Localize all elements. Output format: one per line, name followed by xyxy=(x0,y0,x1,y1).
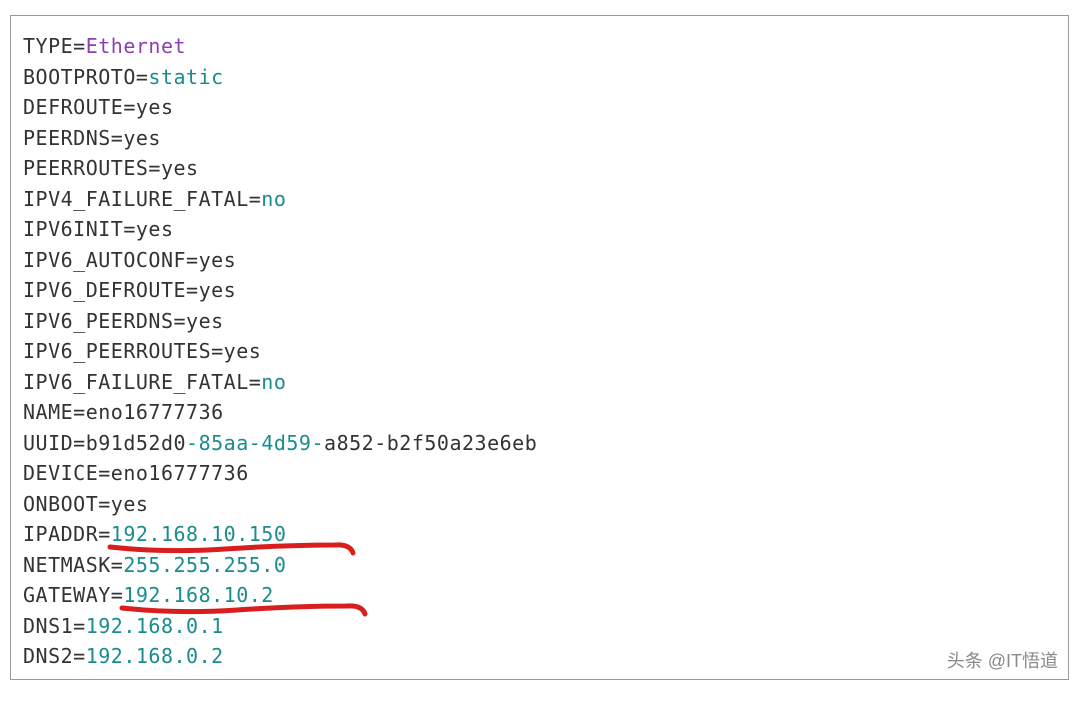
config-value-segment: - xyxy=(374,431,387,455)
config-line-ipv6_defroute: IPV6_DEFROUTE=yes xyxy=(23,275,1056,306)
config-line-peerroutes: PEERROUTES=yes xyxy=(23,153,1056,184)
config-line-dns1: DNS1=192.168.0.1 xyxy=(23,611,1056,642)
config-line-ipv6_failure_fatal: IPV6_FAILURE_FATAL=no xyxy=(23,367,1056,398)
config-value: 192.168.0.2 xyxy=(86,644,224,668)
config-line-type: TYPE=Ethernet xyxy=(23,31,1056,62)
equals-sign: = xyxy=(111,583,124,607)
config-line-ipaddr: IPADDR=192.168.10.150 xyxy=(23,519,1056,550)
config-value-segment: - xyxy=(186,431,199,455)
config-line-uuid: UUID=b91d52d0-85aa-4d59-a852-b2f50a23e6e… xyxy=(23,428,1056,459)
config-value-segment: b2f50a23e6eb xyxy=(387,431,538,455)
config-line-device: DEVICE=eno16777736 xyxy=(23,458,1056,489)
config-line-name: NAME=eno16777736 xyxy=(23,397,1056,428)
equals-sign: = xyxy=(211,339,224,363)
config-line-ipv6_peerroutes: IPV6_PEERROUTES=yes xyxy=(23,336,1056,367)
config-key: UUID xyxy=(23,431,73,455)
equals-sign: = xyxy=(249,370,262,394)
config-key: DNS1 xyxy=(23,614,73,638)
config-key: IPADDR xyxy=(23,522,98,546)
equals-sign: = xyxy=(186,248,199,272)
config-value-segment: a852 xyxy=(324,431,374,455)
config-value: yes xyxy=(199,278,237,302)
config-key: NETMASK xyxy=(23,553,111,577)
config-value: yes xyxy=(123,126,161,150)
config-value: yes xyxy=(111,492,149,516)
config-value: 192.168.0.1 xyxy=(86,614,224,638)
config-value-segment: 85aa xyxy=(199,431,249,455)
config-value-segment: 4d59 xyxy=(261,431,311,455)
equals-sign: = xyxy=(98,522,111,546)
config-key: DEVICE xyxy=(23,461,98,485)
config-key: IPV4_FAILURE_FATAL xyxy=(23,187,249,211)
config-key: PEERDNS xyxy=(23,126,111,150)
equals-sign: = xyxy=(186,278,199,302)
config-line-peerdns: PEERDNS=yes xyxy=(23,123,1056,154)
config-line-bootproto: BOOTPROTO=static xyxy=(23,62,1056,93)
config-key: TYPE xyxy=(23,34,73,58)
config-line-gateway: GATEWAY=192.168.10.2 xyxy=(23,580,1056,611)
config-key: IPV6_PEERROUTES xyxy=(23,339,211,363)
config-key: IPV6_PEERDNS xyxy=(23,309,174,333)
config-value: Ethernet xyxy=(86,34,186,58)
config-value: yes xyxy=(136,95,174,119)
config-value: yes xyxy=(199,248,237,272)
config-line-ipv4_failure_fatal: IPV4_FAILURE_FATAL=no xyxy=(23,184,1056,215)
equals-sign: = xyxy=(111,553,124,577)
equals-sign: = xyxy=(73,614,86,638)
config-value-segment: - xyxy=(249,431,262,455)
config-key: IPV6_DEFROUTE xyxy=(23,278,186,302)
config-key: IPV6_FAILURE_FATAL xyxy=(23,370,249,394)
equals-sign: = xyxy=(73,644,86,668)
config-line-ipv6init: IPV6INIT=yes xyxy=(23,214,1056,245)
config-key: IPV6_AUTOCONF xyxy=(23,248,186,272)
config-key: NAME xyxy=(23,400,73,424)
config-value: no xyxy=(261,370,286,394)
config-value: yes xyxy=(136,217,174,241)
config-file-view: TYPE=EthernetBOOTPROTO=staticDEFROUTE=ye… xyxy=(10,15,1069,680)
watermark-text: 头条 @IT悟道 xyxy=(947,647,1058,673)
equals-sign: = xyxy=(123,217,136,241)
equals-sign: = xyxy=(98,492,111,516)
config-key: DEFROUTE xyxy=(23,95,123,119)
config-key: BOOTPROTO xyxy=(23,65,136,89)
config-line-defroute: DEFROUTE=yes xyxy=(23,92,1056,123)
config-value: eno16777736 xyxy=(86,400,224,424)
config-line-ipv6_autoconf: IPV6_AUTOCONF=yes xyxy=(23,245,1056,276)
equals-sign: = xyxy=(73,431,86,455)
config-line-dns2: DNS2=192.168.0.2 xyxy=(23,641,1056,672)
config-value: 255.255.255.0 xyxy=(123,553,286,577)
config-line-netmask: NETMASK=255.255.255.0 xyxy=(23,550,1056,581)
equals-sign: = xyxy=(123,95,136,119)
config-key: ONBOOT xyxy=(23,492,98,516)
equals-sign: = xyxy=(111,126,124,150)
config-value: 192.168.10.2 xyxy=(123,583,274,607)
config-key: GATEWAY xyxy=(23,583,111,607)
config-key: IPV6INIT xyxy=(23,217,123,241)
config-value: eno16777736 xyxy=(111,461,249,485)
config-value: no xyxy=(261,187,286,211)
config-key: DNS2 xyxy=(23,644,73,668)
config-value: 192.168.10.150 xyxy=(111,522,287,546)
equals-sign: = xyxy=(174,309,187,333)
equals-sign: = xyxy=(98,461,111,485)
equals-sign: = xyxy=(249,187,262,211)
config-key: PEERROUTES xyxy=(23,156,148,180)
equals-sign: = xyxy=(148,156,161,180)
config-value: yes xyxy=(224,339,262,363)
config-value: yes xyxy=(186,309,224,333)
config-line-onboot: ONBOOT=yes xyxy=(23,489,1056,520)
config-value-segment: - xyxy=(311,431,324,455)
config-value: yes xyxy=(161,156,199,180)
equals-sign: = xyxy=(73,400,86,424)
equals-sign: = xyxy=(73,34,86,58)
equals-sign: = xyxy=(136,65,149,89)
config-value: static xyxy=(148,65,223,89)
config-value-segment: b91d52d0 xyxy=(86,431,186,455)
config-line-ipv6_peerdns: IPV6_PEERDNS=yes xyxy=(23,306,1056,337)
